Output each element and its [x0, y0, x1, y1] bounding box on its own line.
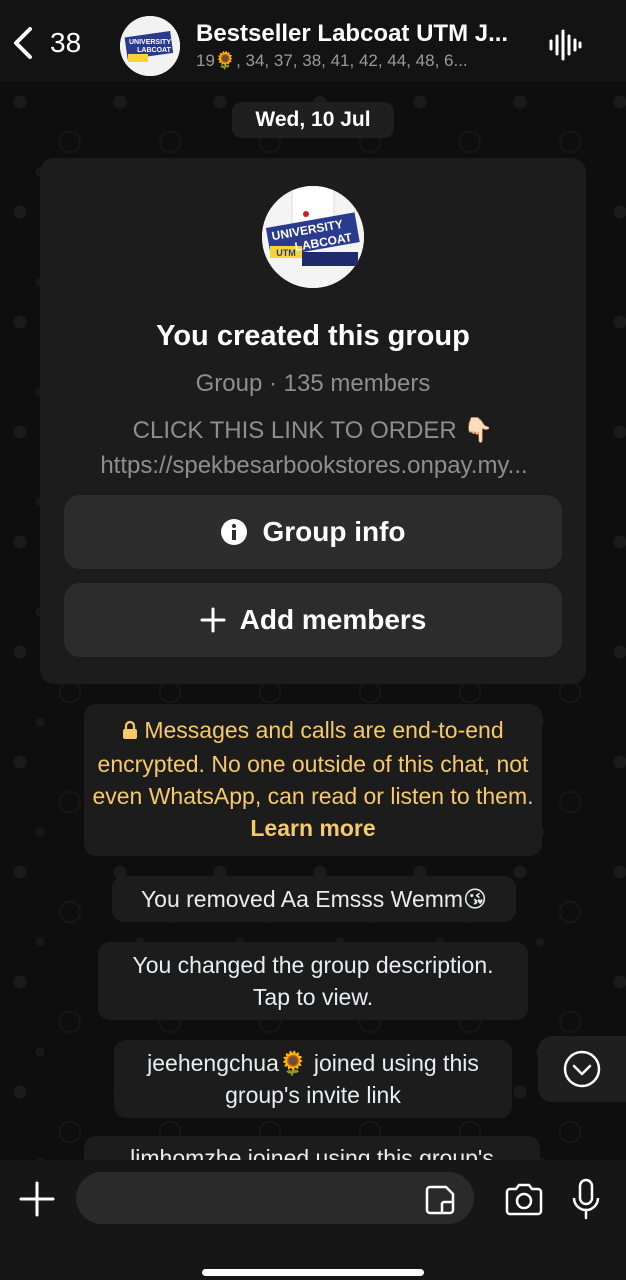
scroll-to-bottom-button[interactable]: [538, 1036, 626, 1102]
add-members-label: Add members: [239, 604, 427, 635]
group-info-button[interactable]: Group info: [64, 495, 562, 569]
unread-count: 38: [50, 27, 82, 58]
message-input[interactable]: [76, 1172, 474, 1224]
plus-icon: [200, 607, 226, 633]
system-message-joined-partial: limhomzhe joined using this group's: [84, 1136, 540, 1160]
date-separator: Wed, 10 Jul: [232, 102, 394, 138]
chat-members-subtitle[interactable]: 19🌻, 34, 37, 38, 41, 42, 44, 48, 6...: [196, 51, 526, 71]
system-message-description-changed[interactable]: You changed the group description. Tap t…: [98, 942, 528, 1020]
chevron-down-circle-icon: [563, 1050, 601, 1088]
svg-text:UNIVERSITY: UNIVERSITY: [129, 39, 171, 46]
back-button[interactable]: 38: [10, 22, 81, 64]
chat-header: 38 UNIVERSITY LABCOAT Bestseller Labcoat…: [0, 0, 626, 82]
home-indicator[interactable]: [202, 1269, 424, 1276]
encryption-text: Messages and calls are end-to-end encryp…: [92, 717, 534, 809]
group-avatar-large[interactable]: UNIVERSITY LABCOAT UTM: [262, 186, 364, 288]
attach-plus-icon[interactable]: [18, 1180, 56, 1218]
system-message-removed: You removed Aa Emsss Wemm😘: [112, 876, 516, 922]
microphone-icon[interactable]: [570, 1178, 602, 1220]
learn-more-link[interactable]: Learn more: [250, 815, 375, 841]
encryption-notice[interactable]: Messages and calls are end-to-end encryp…: [84, 704, 542, 856]
add-members-button[interactable]: Add members: [64, 583, 562, 657]
description-changed-line2: Tap to view.: [252, 984, 374, 1010]
joined-line1: jeehengchua🌻 joined using this: [147, 1050, 479, 1076]
svg-text:UTM: UTM: [276, 248, 296, 258]
lock-icon: [122, 716, 138, 748]
system-message-joined: jeehengchua🌻 joined using this group's i…: [114, 1040, 512, 1118]
chevron-left-icon: [14, 27, 32, 59]
group-created-card: UNIVERSITY LABCOAT UTM You created this …: [40, 158, 586, 684]
sticker-icon[interactable]: [424, 1184, 456, 1216]
chat-title[interactable]: Bestseller Labcoat UTM J...: [196, 20, 536, 48]
group-description-link[interactable]: https://spekbesarbookstores.onpay.my...: [64, 452, 564, 480]
group-description[interactable]: CLICK THIS LINK TO ORDER 👇🏻: [40, 416, 586, 445]
composer-bar: [0, 1160, 626, 1280]
joined-line2: group's invite link: [225, 1082, 401, 1108]
group-info-label: Group info: [262, 516, 406, 547]
svg-text:LABCOAT: LABCOAT: [137, 47, 171, 54]
camera-icon[interactable]: [504, 1182, 544, 1218]
group-member-count: Group · 135 members: [195, 370, 431, 397]
group-created-title: You created this group: [156, 320, 470, 352]
info-icon: [220, 518, 248, 546]
voice-chat-icon[interactable]: [548, 28, 582, 62]
description-changed-line1: You changed the group description.: [132, 952, 494, 978]
group-avatar[interactable]: UNIVERSITY LABCOAT: [120, 16, 180, 76]
joined-partial-text: limhomzhe joined using this group's: [130, 1145, 494, 1160]
